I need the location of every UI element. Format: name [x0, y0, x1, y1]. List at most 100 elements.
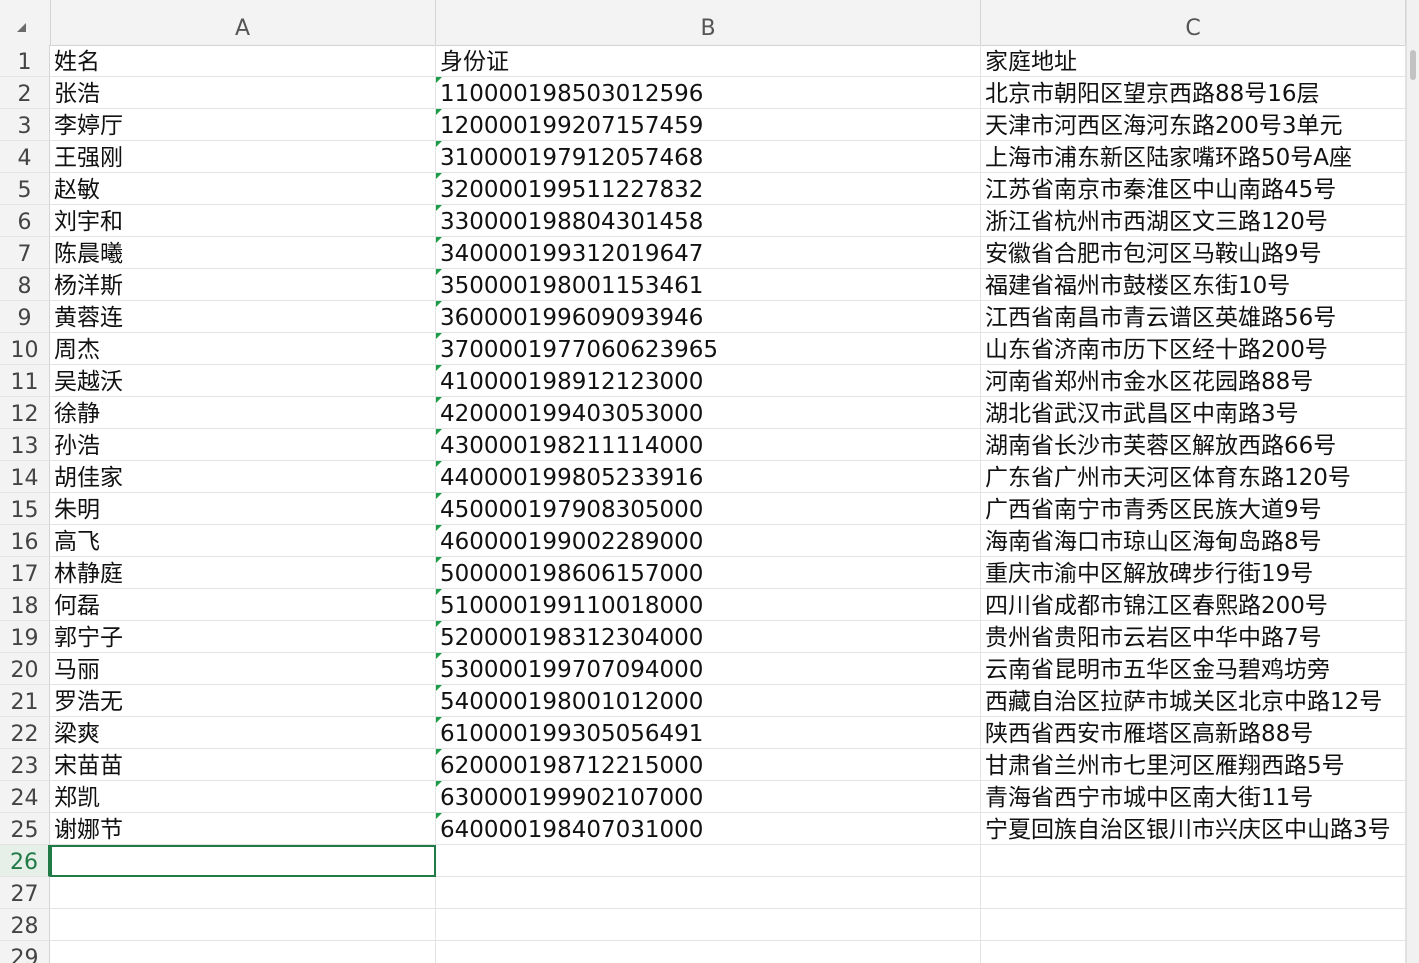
scrollbar-thumb[interactable] — [1410, 50, 1416, 80]
cell-b22[interactable]: 610000199305056491 — [436, 717, 981, 749]
cell-b5[interactable]: 320000199511227832 — [436, 173, 981, 205]
row-header[interactable]: 4 — [0, 141, 50, 173]
cell-a16[interactable]: 高飞 — [50, 525, 436, 557]
row-header[interactable]: 17 — [0, 557, 50, 589]
cell-a28[interactable] — [50, 909, 436, 941]
cell-a17[interactable]: 林静庭 — [50, 557, 436, 589]
cell-a7[interactable]: 陈晨曦 — [50, 237, 436, 269]
row-header[interactable]: 10 — [0, 333, 50, 365]
column-header-b[interactable]: B — [436, 0, 981, 45]
row-header[interactable]: 3 — [0, 109, 50, 141]
cell-b18[interactable]: 510000199110018000 — [436, 589, 981, 621]
cell-c2[interactable]: 北京市朝阳区望京西路88号16层 — [981, 77, 1406, 109]
cell-b11[interactable]: 410000198912123000 — [436, 365, 981, 397]
cell-c23[interactable]: 甘肃省兰州市七里河区雁翔西路5号 — [981, 749, 1406, 781]
cell-a12[interactable]: 徐静 — [50, 397, 436, 429]
cell-c21[interactable]: 西藏自治区拉萨市城关区北京中路12号 — [981, 685, 1406, 717]
cell-c26[interactable] — [981, 845, 1406, 877]
cell-b20[interactable]: 530000199707094000 — [436, 653, 981, 685]
cell-a6[interactable]: 刘宇和 — [50, 205, 436, 237]
cell-a19[interactable]: 郭宁子 — [50, 621, 436, 653]
cell-a18[interactable]: 何磊 — [50, 589, 436, 621]
cell-c28[interactable] — [981, 909, 1406, 941]
cell-c25[interactable]: 宁夏回族自治区银川市兴庆区中山路3号 — [981, 813, 1406, 845]
cell-b23[interactable]: 620000198712215000 — [436, 749, 981, 781]
row-header[interactable]: 8 — [0, 269, 50, 301]
row-header[interactable]: 6 — [0, 205, 50, 237]
cell-c7[interactable]: 安徽省合肥市包河区马鞍山路9号 — [981, 237, 1406, 269]
row-header[interactable]: 19 — [0, 621, 50, 653]
cell-c24[interactable]: 青海省西宁市城中区南大街11号 — [981, 781, 1406, 813]
cell-a23[interactable]: 宋苗苗 — [50, 749, 436, 781]
cell-a1[interactable]: 姓名 — [50, 45, 436, 77]
cell-a26[interactable] — [50, 845, 436, 877]
row-header[interactable]: 2 — [0, 77, 50, 109]
cell-a29[interactable] — [50, 941, 436, 963]
cell-a15[interactable]: 朱明 — [50, 493, 436, 525]
cell-c4[interactable]: 上海市浦东新区陆家嘴环路50号A座 — [981, 141, 1406, 173]
row-header[interactable]: 11 — [0, 365, 50, 397]
cell-c12[interactable]: 湖北省武汉市武昌区中南路3号 — [981, 397, 1406, 429]
cell-c20[interactable]: 云南省昆明市五华区金马碧鸡坊旁 — [981, 653, 1406, 685]
row-header[interactable]: 29 — [0, 941, 50, 963]
cell-a22[interactable]: 梁爽 — [50, 717, 436, 749]
row-header[interactable]: 15 — [0, 493, 50, 525]
row-header[interactable]: 21 — [0, 685, 50, 717]
cell-b24[interactable]: 630000199902107000 — [436, 781, 981, 813]
cell-b2[interactable]: 110000198503012596 — [436, 77, 981, 109]
cell-b4[interactable]: 310000197912057468 — [436, 141, 981, 173]
column-header-a[interactable]: A — [50, 0, 436, 45]
cell-c5[interactable]: 江苏省南京市秦淮区中山南路45号 — [981, 173, 1406, 205]
cell-b26[interactable] — [436, 845, 981, 877]
cell-a13[interactable]: 孙浩 — [50, 429, 436, 461]
row-header[interactable]: 12 — [0, 397, 50, 429]
cell-a8[interactable]: 杨洋斯 — [50, 269, 436, 301]
row-header[interactable]: 25 — [0, 813, 50, 845]
cell-a5[interactable]: 赵敏 — [50, 173, 436, 205]
cell-b8[interactable]: 350000198001153461 — [436, 269, 981, 301]
cell-b29[interactable] — [436, 941, 981, 963]
cell-c18[interactable]: 四川省成都市锦江区春熙路200号 — [981, 589, 1406, 621]
cell-c9[interactable]: 江西省南昌市青云谱区英雄路56号 — [981, 301, 1406, 333]
cell-b14[interactable]: 440000199805233916 — [436, 461, 981, 493]
cell-b7[interactable]: 340000199312019647 — [436, 237, 981, 269]
cell-a11[interactable]: 吴越沃 — [50, 365, 436, 397]
row-header[interactable]: 16 — [0, 525, 50, 557]
column-header-c[interactable]: C — [981, 0, 1406, 45]
cell-b3[interactable]: 120000199207157459 — [436, 109, 981, 141]
cell-c19[interactable]: 贵州省贵阳市云岩区中华中路7号 — [981, 621, 1406, 653]
row-header[interactable]: 1 — [0, 45, 50, 77]
cell-b9[interactable]: 360000199609093946 — [436, 301, 981, 333]
cell-a24[interactable]: 郑凯 — [50, 781, 436, 813]
row-header[interactable]: 7 — [0, 237, 50, 269]
cell-b6[interactable]: 330000198804301458 — [436, 205, 981, 237]
cell-c1[interactable]: 家庭地址 — [981, 45, 1406, 77]
cell-a4[interactable]: 王强刚 — [50, 141, 436, 173]
row-header[interactable]: 9 — [0, 301, 50, 333]
cell-c16[interactable]: 海南省海口市琼山区海甸岛路8号 — [981, 525, 1406, 557]
cell-a2[interactable]: 张浩 — [50, 77, 436, 109]
row-header[interactable]: 20 — [0, 653, 50, 685]
row-header[interactable]: 23 — [0, 749, 50, 781]
row-header[interactable]: 22 — [0, 717, 50, 749]
cell-a9[interactable]: 黄蓉连 — [50, 301, 436, 333]
cell-a27[interactable] — [50, 877, 436, 909]
cell-b13[interactable]: 430000198211114000 — [436, 429, 981, 461]
cell-b28[interactable] — [436, 909, 981, 941]
cell-c11[interactable]: 河南省郑州市金水区花园路88号 — [981, 365, 1406, 397]
row-header[interactable]: 27 — [0, 877, 50, 909]
cell-c22[interactable]: 陕西省西安市雁塔区高新路88号 — [981, 717, 1406, 749]
cell-c27[interactable] — [981, 877, 1406, 909]
select-all-corner[interactable] — [0, 0, 51, 45]
cell-b12[interactable]: 420000199403053000 — [436, 397, 981, 429]
cell-c14[interactable]: 广东省广州市天河区体育东路120号 — [981, 461, 1406, 493]
row-header[interactable]: 5 — [0, 173, 50, 205]
row-header[interactable]: 18 — [0, 589, 50, 621]
cell-a10[interactable]: 周杰 — [50, 333, 436, 365]
cell-a14[interactable]: 胡佳家 — [50, 461, 436, 493]
cell-b27[interactable] — [436, 877, 981, 909]
cell-b10[interactable]: 3700001977060623965 — [436, 333, 981, 365]
vertical-scrollbar[interactable] — [1406, 0, 1419, 963]
cell-b15[interactable]: 450000197908305000 — [436, 493, 981, 525]
row-header[interactable]: 13 — [0, 429, 50, 461]
